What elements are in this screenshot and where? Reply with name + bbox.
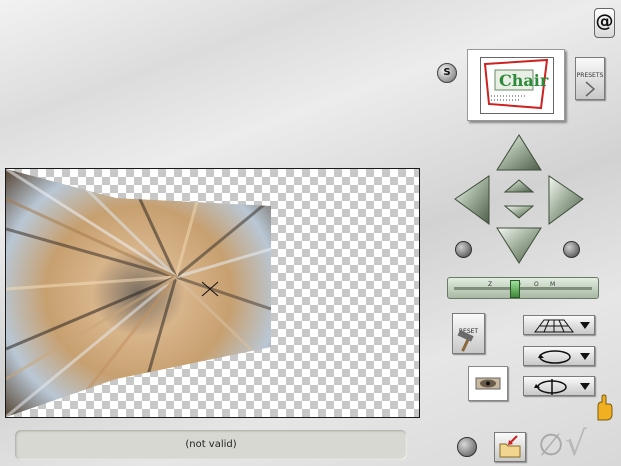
preview-canvas[interactable] xyxy=(5,168,420,418)
slider-track xyxy=(454,287,592,290)
thumbnail-brand-text: Chair xyxy=(499,71,549,90)
eye-image xyxy=(475,377,501,390)
rotate-loop-dropdown[interactable] xyxy=(523,346,595,366)
slider-mark: O xyxy=(534,281,539,288)
chevron-right-icon xyxy=(585,81,596,97)
chevron-down-icon xyxy=(580,383,590,390)
status-bar: (not valid) xyxy=(15,430,407,460)
thumbnail-image: Chair xyxy=(483,58,549,110)
perspective-grid-dropdown[interactable] xyxy=(523,315,595,335)
arrow-left-icon[interactable] xyxy=(454,175,490,225)
pointing-hand-icon[interactable] xyxy=(594,394,613,422)
slider-mark: M xyxy=(550,281,556,288)
grid-dots-icon[interactable] xyxy=(457,437,477,457)
folder-import-button[interactable] xyxy=(494,432,526,462)
center-up-icon[interactable] xyxy=(503,179,535,193)
center-down-icon[interactable] xyxy=(503,205,535,219)
rotate-right-icon[interactable] xyxy=(563,241,580,258)
perspective-grid-icon xyxy=(534,319,574,333)
check-icon[interactable]: √ xyxy=(565,424,587,464)
presets-label: PRESETS xyxy=(576,72,604,79)
rotate-loop-icon xyxy=(538,350,571,364)
hammer-icon xyxy=(457,331,474,352)
reset-button[interactable]: RESET xyxy=(452,313,485,354)
slider-thumb[interactable] xyxy=(509,280,520,298)
arrow-right-icon[interactable] xyxy=(548,175,584,225)
rotate-left-icon[interactable] xyxy=(455,241,472,258)
flip-icon xyxy=(534,379,567,395)
folder-import-icon xyxy=(499,435,521,458)
zoom-slider[interactable]: Z O O M xyxy=(447,277,599,299)
preset-thumbnail[interactable]: Chair xyxy=(467,49,565,121)
thumbnail-card: Chair xyxy=(480,57,554,114)
chevron-down-icon xyxy=(580,353,590,360)
s-icon[interactable]: S xyxy=(437,63,457,83)
none-icon[interactable]: ∅ xyxy=(538,428,564,463)
arrow-down-icon[interactable] xyxy=(496,227,542,264)
arrow-up-icon[interactable] xyxy=(496,134,542,171)
slider-mark: Z xyxy=(488,281,493,288)
presets-button[interactable]: PRESETS xyxy=(575,57,605,100)
status-text: (not valid) xyxy=(185,439,237,450)
chevron-down-icon xyxy=(580,322,590,329)
preview-image xyxy=(6,169,271,417)
flip-dropdown[interactable] xyxy=(523,376,595,396)
eye-thumbnail-icon[interactable] xyxy=(468,366,508,401)
registered-at-icon[interactable]: @ xyxy=(594,8,615,38)
